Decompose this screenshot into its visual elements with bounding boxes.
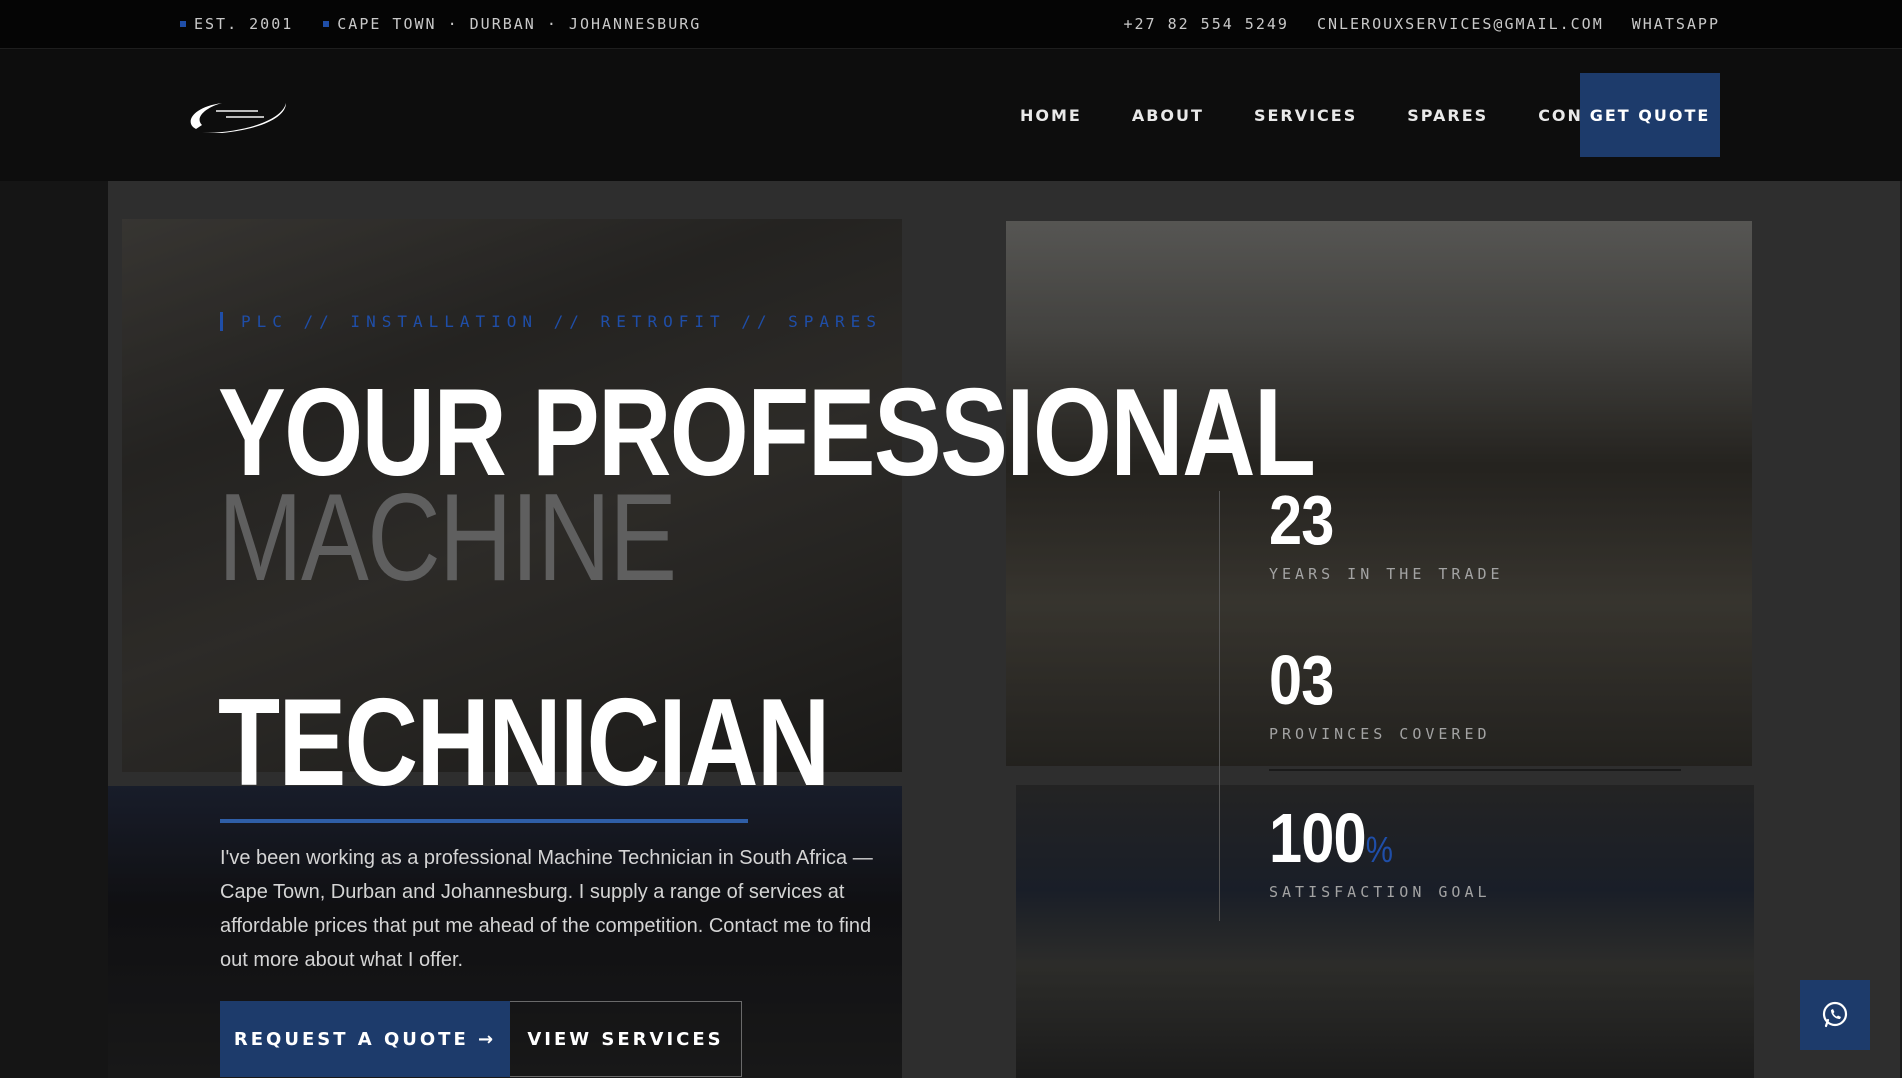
stat-years: 23 YEARS IN THE TRADE xyxy=(1269,485,1504,583)
top-bar: EST. 2001 CAPE TOWN · DURBAN · JOHANNESB… xyxy=(0,0,1902,49)
email-link[interactable]: CNLEROUXSERVICES@GMAIL.COM xyxy=(1317,15,1604,33)
top-bar-left: EST. 2001 CAPE TOWN · DURBAN · JOHANNESB… xyxy=(180,15,701,33)
stat-value: 23 xyxy=(1269,481,1334,559)
stat-label: YEARS IN THE TRADE xyxy=(1269,565,1504,583)
phone-link[interactable]: +27 82 554 5249 xyxy=(1123,15,1288,33)
stat-value: 03 xyxy=(1269,641,1334,719)
site-logo[interactable] xyxy=(182,93,288,137)
nav-about[interactable]: ABOUT xyxy=(1132,106,1204,125)
get-quote-button[interactable]: GET QUOTE xyxy=(1580,73,1720,157)
whatsapp-float-button[interactable] xyxy=(1800,980,1870,1050)
nav-spares[interactable]: SPARES xyxy=(1407,106,1488,125)
request-quote-button[interactable]: REQUEST A QUOTE → xyxy=(220,1001,510,1077)
whatsapp-icon xyxy=(1822,1001,1848,1028)
swoosh-logo-icon xyxy=(190,103,286,133)
square-bullet-icon xyxy=(180,21,186,27)
established-info: EST. 2001 xyxy=(180,15,293,33)
stat-value: 100% xyxy=(1269,799,1393,877)
hero-title-line-2: MACHINE xyxy=(218,469,677,607)
stat-label: PROVINCES COVERED xyxy=(1269,725,1491,743)
established-text: EST. 2001 xyxy=(194,15,294,33)
hero-title-line-3: TECHNICIAN xyxy=(218,674,830,812)
nav-services[interactable]: SERVICES xyxy=(1254,106,1357,125)
hero-eyebrow: PLC // INSTALLATION // RETROFIT // SPARE… xyxy=(220,312,882,331)
hero-section: PLC // INSTALLATION // RETROFIT // SPARE… xyxy=(0,181,1902,1078)
locations-text: CAPE TOWN · DURBAN · JOHANNESBURG xyxy=(337,15,702,33)
site-header: HOME ABOUT SERVICES SPARES CONTACT GET Q… xyxy=(0,49,1902,181)
nav-home[interactable]: HOME xyxy=(1020,106,1082,125)
stat-satisfaction: 100% SATISFACTION GOAL xyxy=(1269,803,1491,901)
locations-info: CAPE TOWN · DURBAN · JOHANNESBURG xyxy=(323,15,701,33)
top-bar-right: +27 82 554 5249 CNLEROUXSERVICES@GMAIL.C… xyxy=(1123,15,1720,33)
whatsapp-link[interactable]: WHATSAPP xyxy=(1632,15,1720,33)
stat-provinces: 03 PROVINCES COVERED xyxy=(1269,645,1491,743)
hero-lead-text: I've been working as a professional Mach… xyxy=(220,847,873,971)
main-nav: HOME ABOUT SERVICES SPARES CONTACT xyxy=(1020,106,1636,125)
stat-separator xyxy=(1269,769,1681,771)
stat-label: SATISFACTION GOAL xyxy=(1269,883,1491,901)
stats-divider-line xyxy=(1219,491,1220,921)
square-bullet-icon xyxy=(323,21,330,27)
view-services-button[interactable]: VIEW SERVICES xyxy=(510,1001,742,1077)
title-underline xyxy=(220,819,748,823)
